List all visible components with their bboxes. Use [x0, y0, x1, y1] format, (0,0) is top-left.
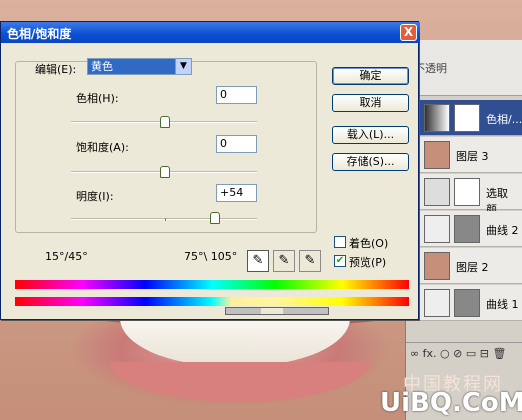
- layer-name: 色相/...: [486, 113, 522, 126]
- close-icon[interactable]: X: [400, 24, 417, 41]
- range-center[interactable]: [261, 308, 283, 314]
- layers-footer-toolbar[interactable]: ∞ fx. ○ ⊘ ▭ ⊟ 🗑: [406, 342, 522, 364]
- edit-channel-select[interactable]: 黄色 ▼: [87, 58, 192, 75]
- mask-thumbnail: [454, 104, 480, 132]
- hue-label: 色相(H):: [76, 92, 119, 105]
- preview-checkbox[interactable]: ✔: [334, 255, 346, 267]
- hue-saturation-dialog: 色相/饱和度 X 编辑(E): 黄色 ▼ 色相(H): 0 饱和度(A): 0 …: [0, 21, 420, 320]
- layer-row[interactable]: 曲线 2: [406, 211, 522, 247]
- eyedropper-icon[interactable]: ✎: [247, 250, 269, 272]
- hue-slider-thumb[interactable]: [160, 116, 170, 128]
- range-right-readout: 75°\ 105°: [184, 250, 238, 263]
- curves-icon: [424, 215, 450, 243]
- curves-icon: [424, 289, 450, 317]
- saturation-label: 饱和度(A):: [76, 141, 129, 154]
- colorize-checkbox[interactable]: [334, 236, 346, 248]
- layer-row[interactable]: 图层 2: [406, 248, 522, 284]
- layer-row[interactable]: 图层 3: [406, 137, 522, 173]
- dialog-titlebar[interactable]: 色相/饱和度 X: [1, 22, 420, 43]
- chevron-down-icon[interactable]: ▼: [175, 59, 191, 74]
- mask-thumbnail: [454, 289, 480, 317]
- save-button[interactable]: 存储(S)...: [332, 153, 409, 171]
- lightness-slider-track[interactable]: [71, 218, 257, 220]
- layer-name: 图层 3: [456, 150, 489, 163]
- layer-name: 曲线 2: [486, 224, 519, 237]
- preview-label: 预览(P): [349, 256, 387, 269]
- load-button[interactable]: 载入(L)...: [332, 126, 409, 144]
- saturation-input[interactable]: 0: [216, 135, 257, 153]
- layer-name: 曲线 1: [486, 298, 519, 311]
- ok-button[interactable]: 确定: [332, 67, 409, 85]
- range-left-readout: 15°/45°: [45, 250, 88, 263]
- mask-thumbnail: [454, 178, 480, 206]
- selective-color-icon: [424, 178, 450, 206]
- adjustment-thumb-icon: [424, 104, 450, 132]
- center-tick: [165, 218, 166, 221]
- cancel-button[interactable]: 取消: [332, 94, 409, 112]
- layer-row[interactable]: 色相/...: [406, 100, 522, 136]
- eyedropper-minus-icon[interactable]: ✎: [299, 250, 321, 272]
- input-spectrum-bar: [15, 280, 409, 289]
- layers-panel: 不透明 色相/... 图层 3 选取颜... 曲线 2 图层 2 曲线 1 ∞ …: [405, 40, 522, 420]
- layer-name: 图层 2: [456, 261, 489, 274]
- hue-input[interactable]: 0: [216, 86, 257, 104]
- mask-thumbnail: [454, 215, 480, 243]
- adjustment-group: [15, 61, 317, 233]
- image-thumbnail: [424, 141, 450, 169]
- image-thumbnail: [424, 252, 450, 280]
- lightness-slider-thumb[interactable]: [210, 212, 220, 224]
- layer-row[interactable]: 曲线 1: [406, 285, 522, 321]
- lightness-label: 明度(I):: [76, 190, 114, 203]
- saturation-slider-thumb[interactable]: [160, 166, 170, 178]
- colorize-label: 着色(O): [349, 237, 389, 250]
- edit-label: 编辑(E):: [35, 63, 77, 76]
- layer-row[interactable]: 选取颜...: [406, 174, 522, 216]
- layers-panel-header: 不透明: [406, 40, 522, 96]
- range-selector[interactable]: [225, 307, 329, 315]
- watermark-logo: UiBQ.CoM: [380, 388, 522, 418]
- edit-channel-value: 黄色: [88, 59, 176, 74]
- dialog-title: 色相/饱和度: [7, 27, 72, 41]
- output-spectrum-bar: [15, 297, 409, 306]
- eyedropper-plus-icon[interactable]: ✎: [273, 250, 295, 272]
- lightness-input[interactable]: +54: [216, 184, 257, 202]
